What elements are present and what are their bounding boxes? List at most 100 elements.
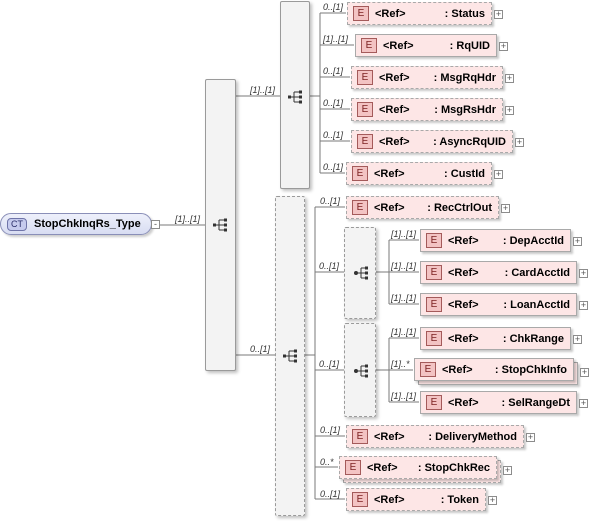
expand-toggle[interactable]: + (573, 237, 582, 246)
ref-label: <Ref> (442, 363, 473, 376)
element-multiplicity: [1]..[1] (391, 327, 417, 337)
expand-toggle[interactable]: + (488, 496, 497, 505)
element-multiplicity: [1]..[1] (391, 391, 417, 401)
element-ref-msgrshdr[interactable]: E <Ref> : MsgRsHdr (351, 98, 503, 121)
element-name: : Token (440, 493, 479, 506)
expand-toggle[interactable]: + (494, 10, 503, 19)
ref-label: <Ref> (379, 103, 410, 116)
expand-toggle[interactable]: + (503, 466, 512, 475)
expand-toggle[interactable]: + (579, 269, 588, 278)
element-name: : MsgRqHdr (433, 71, 496, 84)
root-multiplicity: [1]..[1] (175, 214, 201, 224)
element-multiplicity: 0..* (320, 457, 334, 467)
element-multiplicity: 0..[1] (323, 130, 344, 140)
expand-toggle[interactable]: + (515, 138, 524, 147)
element-name: : CustId (444, 167, 485, 180)
element-ref-loanacctid[interactable]: E <Ref> : LoanAcctId (420, 293, 577, 316)
expand-toggle[interactable]: + (526, 433, 535, 442)
element-ref-status[interactable]: E <Ref> : Status (347, 2, 492, 25)
element-ref-token[interactable]: E <Ref> : Token (346, 488, 486, 511)
upper-sequence-compositor[interactable] (280, 1, 310, 189)
element-name: : LoanAcctId (503, 298, 570, 311)
element-ref-recctrlout[interactable]: E <Ref> : RecCtrlOut (346, 196, 499, 219)
expand-toggle[interactable]: + (494, 170, 503, 179)
lower-sequence-multiplicity: 0..[1] (250, 344, 271, 354)
element-name: : MsgRsHdr (434, 103, 496, 116)
element-multiplicity: 0..[1] (323, 2, 344, 12)
expand-toggle[interactable]: + (573, 335, 582, 344)
element-name: : ChkRange (502, 332, 564, 345)
element-name: : StopChkInfo (494, 363, 567, 376)
element-name: : CardAcctId (504, 266, 570, 279)
element-multiplicity: 0..[1] (323, 98, 344, 108)
element-multiplicity: [1]..[1] (391, 229, 417, 239)
element-badge: E (357, 134, 373, 149)
element-badge: E (426, 331, 442, 346)
expand-toggle[interactable]: + (505, 106, 514, 115)
element-badge: E (426, 265, 442, 280)
ref-label: <Ref> (448, 332, 479, 345)
expand-toggle[interactable]: + (579, 399, 588, 408)
ref-label: <Ref> (367, 461, 398, 474)
element-ref-asyncrquid[interactable]: E <Ref> : AsyncRqUID (351, 130, 513, 153)
element-multiplicity: 0..[1] (320, 196, 341, 206)
choice-icon (354, 364, 368, 378)
sequence-icon (288, 90, 302, 104)
element-badge: E (426, 233, 442, 248)
element-badge: E (352, 200, 368, 215)
ref-label: <Ref> (379, 71, 410, 84)
ref-label: <Ref> (374, 430, 405, 443)
ref-label: <Ref> (374, 201, 405, 214)
lower-sequence-compositor[interactable] (275, 196, 305, 516)
element-name: : DeliveryMethod (428, 430, 517, 443)
element-ref-deliverymethod[interactable]: E <Ref> : DeliveryMethod (346, 425, 524, 448)
element-badge: E (357, 102, 373, 117)
element-ref-custid[interactable]: E <Ref> : CustId (346, 162, 492, 185)
element-badge: E (345, 460, 361, 475)
main-sequence-compositor[interactable] (205, 79, 236, 371)
element-multiplicity: 0..[1] (320, 425, 341, 435)
element-ref-stopchkrec[interactable]: E <Ref> : StopChkRec (339, 456, 497, 479)
element-ref-chkrange[interactable]: E <Ref> : ChkRange (420, 327, 571, 350)
element-multiplicity: 0..[1] (320, 489, 341, 499)
collapse-toggle[interactable]: - (151, 220, 160, 229)
element-ref-stopchkinfo[interactable]: E <Ref> : StopChkInfo (414, 358, 574, 381)
element-badge: E (361, 38, 377, 53)
choice-1-multiplicity: 0..[1] (319, 261, 340, 271)
upper-sequence-multiplicity: [1]..[1] (250, 85, 276, 95)
ref-label: <Ref> (448, 234, 479, 247)
element-badge: E (357, 70, 373, 85)
expand-toggle[interactable]: + (499, 42, 508, 51)
sequence-icon (213, 218, 227, 232)
ref-label: <Ref> (374, 167, 405, 180)
element-ref-rquid[interactable]: E <Ref> : RqUID (355, 34, 497, 57)
element-name: : AsyncRqUID (433, 135, 506, 148)
element-ref-depacctid[interactable]: E <Ref> : DepAcctId (420, 229, 571, 252)
expand-toggle[interactable]: + (580, 368, 589, 377)
choice-2-multiplicity: 0..[1] (319, 359, 340, 369)
choice-2-compositor[interactable] (344, 323, 376, 417)
element-badge: E (353, 6, 369, 21)
element-badge: E (352, 429, 368, 444)
choice-1-compositor[interactable] (344, 227, 376, 319)
element-badge: E (352, 492, 368, 507)
element-name: : RqUID (449, 39, 490, 52)
ref-label: <Ref> (375, 7, 406, 20)
complex-type-badge: CT (7, 217, 27, 231)
element-ref-cardacctid[interactable]: E <Ref> : CardAcctId (420, 261, 577, 284)
ref-label: <Ref> (383, 39, 414, 52)
element-name: : StopChkRec (417, 461, 490, 474)
element-badge: E (352, 166, 368, 181)
expand-toggle[interactable]: + (579, 301, 588, 310)
element-badge: E (426, 395, 442, 410)
ref-label: <Ref> (448, 298, 479, 311)
element-ref-selrangedt[interactable]: E <Ref> : SelRangeDt (420, 391, 577, 414)
choice-icon (354, 266, 368, 280)
element-name: : SelRangeDt (501, 396, 570, 409)
element-ref-msgrqhdr[interactable]: E <Ref> : MsgRqHdr (351, 66, 503, 89)
element-badge: E (420, 362, 436, 377)
expand-toggle[interactable]: + (501, 204, 510, 213)
sequence-icon (283, 349, 297, 363)
expand-toggle[interactable]: + (505, 74, 514, 83)
complex-type-node[interactable]: CT StopChkInqRs_Type (0, 213, 152, 235)
